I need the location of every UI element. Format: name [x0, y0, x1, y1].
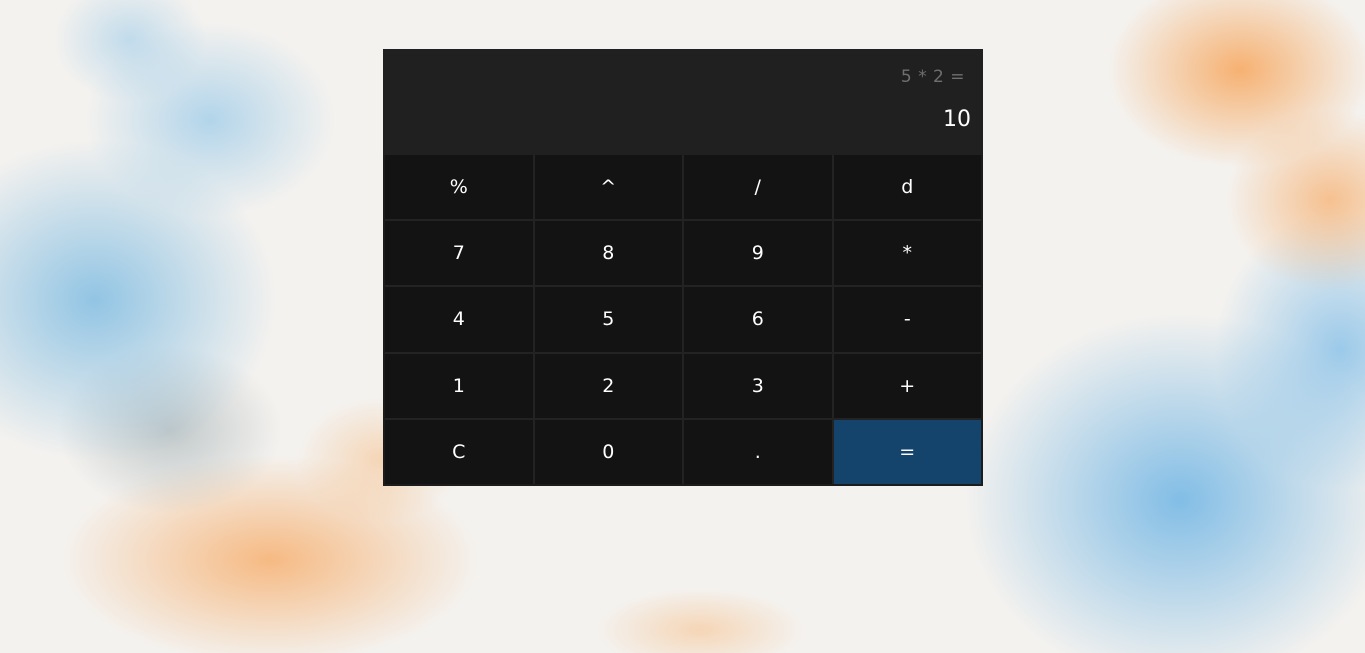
minus-button[interactable]: - — [833, 287, 981, 352]
seven-button[interactable]: 7 — [385, 221, 533, 286]
four-button[interactable]: 4 — [385, 287, 533, 352]
decimal-button[interactable]: . — [684, 419, 832, 484]
nine-button[interactable]: 9 — [684, 221, 832, 286]
power-button[interactable]: ^ — [534, 155, 682, 220]
percent-button[interactable]: % — [385, 155, 533, 220]
keypad: % ^ / d 7 8 9 * 4 5 6 - 1 2 3 + C 0 . = — [385, 155, 981, 484]
calculator-display: 5 * 2 = 10 — [383, 49, 983, 155]
plus-button[interactable]: + — [833, 353, 981, 418]
six-button[interactable]: 6 — [684, 287, 832, 352]
eight-button[interactable]: 8 — [534, 221, 682, 286]
equals-button[interactable]: = — [833, 419, 981, 484]
multiply-button[interactable]: * — [833, 221, 981, 286]
calculator: 5 * 2 = 10 % ^ / d 7 8 9 * 4 5 6 - 1 2 3… — [383, 49, 983, 486]
one-button[interactable]: 1 — [385, 353, 533, 418]
clear-button[interactable]: C — [385, 419, 533, 484]
divide-button[interactable]: / — [684, 155, 832, 220]
zero-button[interactable]: 0 — [534, 419, 682, 484]
three-button[interactable]: 3 — [684, 353, 832, 418]
d-button[interactable]: d — [833, 155, 981, 220]
expression-text: 5 * 2 = — [900, 67, 965, 87]
result-text: 10 — [943, 107, 971, 132]
two-button[interactable]: 2 — [534, 353, 682, 418]
five-button[interactable]: 5 — [534, 287, 682, 352]
